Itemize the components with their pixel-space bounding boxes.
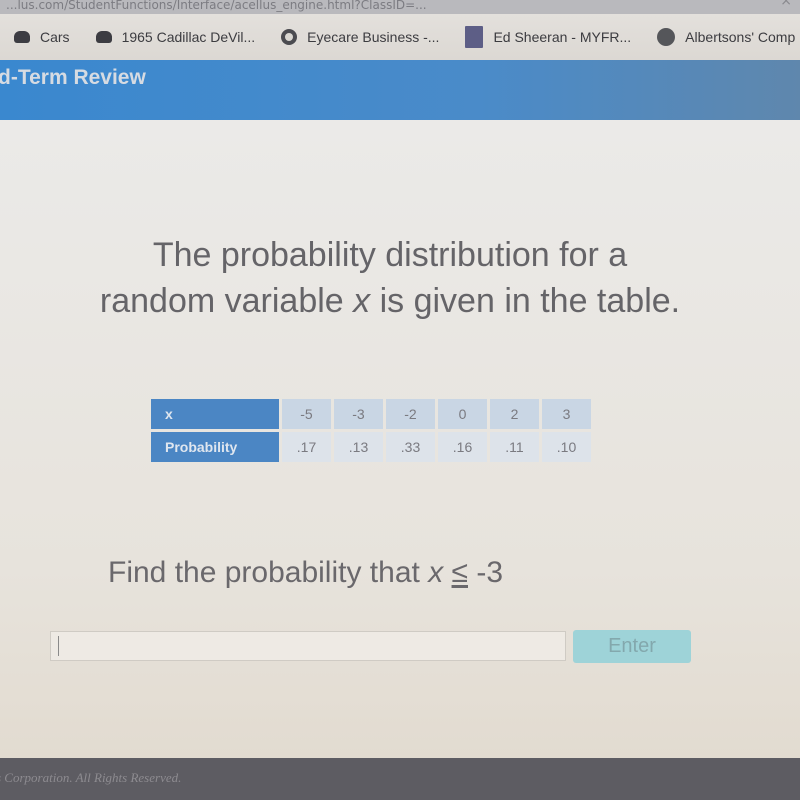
globe-icon — [657, 28, 676, 46]
bookmarks-bar: Cars 1965 Cadillac DeVil... Eyecare Busi… — [0, 14, 800, 61]
probability-table: x -5 -3 -2 0 2 3 Probability .17 .13 .33… — [148, 396, 594, 465]
url-text: ...lus.com/StudentFunctions/Interface/ac… — [6, 0, 427, 12]
variable-x: x — [428, 556, 444, 589]
x-value: -3 — [334, 399, 383, 429]
enter-button[interactable]: Enter — [573, 630, 691, 663]
probability-value: .10 — [542, 432, 591, 462]
question-text: The probability distribution for a rando… — [20, 232, 760, 324]
probability-value: .11 — [490, 432, 539, 462]
x-value: 3 — [542, 399, 591, 429]
bookmark-label: Ed Sheeran - MYFR... — [493, 29, 632, 45]
prompt-part: Find the probability that — [108, 556, 429, 589]
probability-value: .33 — [386, 432, 435, 462]
x-value: -5 — [282, 399, 331, 429]
variable-x: x — [353, 282, 371, 320]
car-icon — [95, 31, 112, 43]
prompt-value: -3 — [468, 556, 504, 589]
question-text-part: is given in the table. — [370, 282, 681, 320]
bookmark-label: Eyecare Business -... — [307, 29, 440, 45]
eyecare-icon — [281, 29, 298, 45]
question-panel: The probability distribution for a rando… — [0, 120, 800, 760]
table-row-x: x -5 -3 -2 0 2 3 — [151, 399, 591, 429]
car-icon — [14, 31, 30, 43]
x-value: -2 — [386, 399, 435, 429]
probability-value: .17 — [282, 432, 331, 462]
address-bar[interactable]: ...lus.com/StudentFunctions/Interface/ac… — [0, 0, 800, 14]
x-value: 0 — [438, 399, 487, 429]
question-line-2: random variable x is given in the table. — [20, 278, 760, 324]
bookmark-eyecare[interactable]: Eyecare Business -... — [281, 29, 439, 45]
bookmark-label: 1965 Cadillac DeVil... — [121, 29, 256, 45]
question-text-part: random variable — [99, 282, 354, 320]
bookmark-label: Albertsons' Comp — [685, 29, 796, 45]
x-value: 2 — [490, 399, 539, 429]
less-equal-symbol: ≤ — [451, 556, 468, 589]
row-header-x: x — [151, 399, 279, 429]
page-header: d-Term Review — [0, 60, 800, 120]
probability-value: .16 — [438, 432, 487, 462]
footer: s Corporation. All Rights Reserved. — [0, 758, 800, 800]
bookmark-cadillac[interactable]: 1965 Cadillac DeVil... — [95, 29, 256, 45]
bookmark-albertsons[interactable]: Albertsons' Comp — [657, 28, 795, 46]
text-caret — [58, 636, 59, 656]
prompt-text: Find the probability that x ≤ -3 — [108, 556, 503, 590]
probability-value: .13 — [334, 432, 383, 462]
copyright-text: s Corporation. All Rights Reserved. — [0, 770, 182, 785]
question-line-1: The probability distribution for a — [152, 236, 628, 274]
bookmark-label: Cars — [40, 29, 70, 45]
bookmark-cars[interactable]: Cars — [14, 29, 70, 45]
table-row-probability: Probability .17 .13 .33 .16 .11 .10 — [151, 432, 591, 462]
row-header-probability: Probability — [151, 432, 279, 462]
answer-input[interactable] — [50, 631, 566, 661]
page-title: d-Term Review — [0, 66, 146, 89]
bookmark-ed-sheeran[interactable]: Ed Sheeran - MYFR... — [465, 26, 631, 48]
close-icon[interactable]: × — [780, 0, 792, 8]
album-icon — [465, 26, 484, 48]
